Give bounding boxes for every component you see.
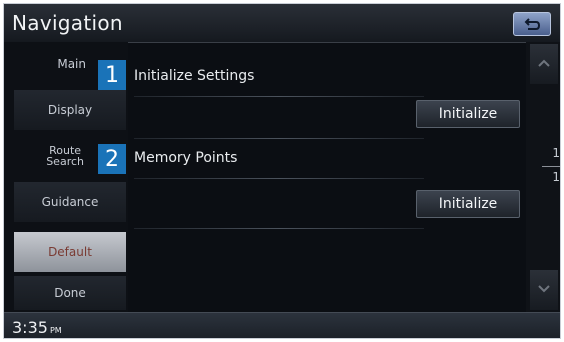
page-divider (542, 166, 560, 167)
initialize-memory-points-button[interactable]: Initialize (416, 190, 520, 218)
sidebar-item-done[interactable]: Done (14, 276, 126, 310)
setting-label-memory-points: Memory Points (134, 150, 238, 166)
back-arrow-icon (524, 18, 541, 30)
sidebar-item-label: Main (57, 56, 86, 71)
scroll-up-button[interactable] (530, 44, 558, 84)
navigation-screen: Navigation Main Display Route Search Gui… (3, 3, 561, 339)
divider (134, 138, 424, 139)
total-pages-number: 1 (552, 170, 560, 184)
settings-panel: Initialize Settings Initialize Memory Po… (128, 42, 526, 312)
sidebar-item-label: Route Search (46, 144, 84, 168)
sidebar-item-display[interactable]: Display (14, 90, 126, 130)
title-bar: Navigation (4, 4, 560, 43)
clock: 3:35 PM (12, 318, 62, 337)
sidebar-item-label: Display (47, 102, 93, 117)
chevron-up-icon (538, 59, 550, 67)
initialize-settings-button[interactable]: Initialize (416, 100, 520, 128)
page-title: Navigation (12, 11, 123, 35)
sidebar-item-label: Done (54, 285, 86, 300)
current-page-number: 1 (552, 146, 560, 160)
scroll-down-button[interactable] (530, 270, 558, 310)
sidebar-item-default[interactable]: Default (14, 232, 126, 272)
scrollbar[interactable]: 1 1 (526, 42, 560, 312)
sidebar-item-guidance[interactable]: Guidance (14, 182, 126, 222)
sidebar-item-label: Default (48, 244, 92, 259)
back-button[interactable] (513, 12, 551, 36)
callout-badge-1: 1 (98, 60, 126, 90)
divider (134, 178, 424, 179)
clock-ampm: PM (49, 326, 62, 335)
divider (134, 228, 424, 229)
clock-time: 3:35 (12, 318, 48, 337)
status-bar: 3:35 PM (4, 312, 560, 338)
divider (134, 96, 424, 97)
sidebar-item-label: Guidance (41, 194, 99, 209)
setting-label-initialize-settings: Initialize Settings (134, 68, 255, 84)
callout-badge-2: 2 (98, 144, 126, 174)
chevron-down-icon (538, 285, 550, 293)
